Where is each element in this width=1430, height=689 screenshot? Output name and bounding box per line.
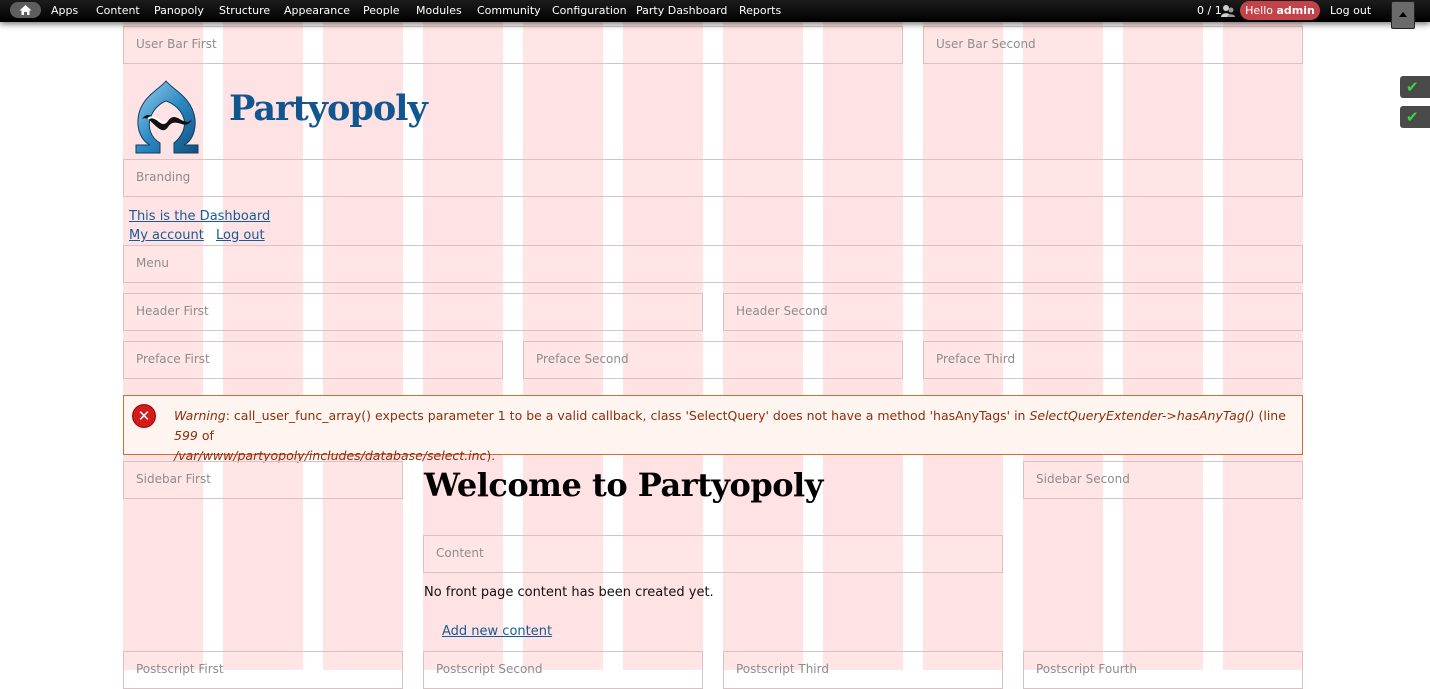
region-content: Content [423, 535, 1003, 573]
region-toggle-check-button[interactable]: ✔ [1400, 106, 1430, 128]
region-label: Preface Third [936, 352, 1016, 366]
region-preface-third: Preface Third [923, 341, 1303, 379]
omega-logo[interactable] [130, 79, 202, 157]
region-label: Header Second [736, 304, 828, 318]
warning-function: SelectQueryExtender->hasAnyTag() [1029, 408, 1255, 423]
toolbar-menu-reports[interactable]: Reports [739, 0, 781, 22]
toolbar-menu-people[interactable]: People [363, 0, 400, 22]
warning-text: : call_user_func_array() expects paramet… [225, 408, 1030, 423]
region-user-bar-first: User Bar First [123, 26, 903, 64]
toolbar-menu-apps[interactable]: Apps [51, 0, 78, 22]
region-header-first: Header First [123, 293, 703, 331]
check-icon: ✔ [1406, 78, 1419, 96]
region-label: Content [436, 546, 484, 560]
region-user-bar-second: User Bar Second [923, 26, 1303, 64]
toolbar-menu-configuration[interactable]: Configuration [552, 0, 627, 22]
region-label: Branding [136, 170, 191, 184]
user-greeting[interactable]: Hello admin [1240, 1, 1320, 20]
greeting-username: admin [1276, 4, 1315, 17]
region-postscript-third: Postscript Third [723, 651, 1003, 689]
region-label: Sidebar First [136, 472, 211, 486]
dashboard-link[interactable]: This is the Dashboard [129, 209, 270, 224]
region-label: Menu [136, 256, 169, 270]
toolbar-menu-content[interactable]: Content [96, 0, 140, 22]
online-user-count: 0 / 1 [1197, 4, 1222, 17]
region-sidebar-second: Sidebar Second [1023, 461, 1303, 499]
grid-column [1223, 0, 1303, 670]
warning-end: ). [486, 448, 496, 463]
toolbar-menu-community[interactable]: Community [477, 0, 541, 22]
warning-label: Warning [174, 408, 226, 423]
users-icon [1221, 5, 1235, 17]
region-label: Header First [136, 304, 209, 318]
shortcut-toggle-button[interactable] [1391, 1, 1415, 29]
toolbar-menu-modules[interactable]: Modules [416, 0, 462, 22]
toolbar-menu-structure[interactable]: Structure [219, 0, 270, 22]
check-icon: ✔ [1406, 108, 1419, 126]
grid-toggle-check-button[interactable]: ✔ [1400, 76, 1430, 98]
grid-column [1123, 0, 1203, 670]
region-postscript-fourth: Postscript Fourth [1023, 651, 1303, 689]
greeting-prefix: Hello [1245, 4, 1273, 17]
my-account-link[interactable]: My account [129, 228, 204, 243]
region-preface-first: Preface First [123, 341, 503, 379]
warning-of: of [197, 428, 214, 443]
region-label: User Bar Second [936, 37, 1036, 51]
grid-column [1023, 0, 1103, 670]
add-new-content-link[interactable]: Add new content [442, 624, 552, 639]
site-name[interactable]: Partyopoly [229, 88, 428, 129]
region-label: Sidebar Second [1036, 472, 1130, 486]
region-label: Preface Second [536, 352, 629, 366]
region-preface-second: Preface Second [523, 341, 903, 379]
empty-front-page-text: No front page content has been created y… [424, 585, 714, 600]
region-postscript-first: Postscript First [123, 651, 403, 689]
toolbar-menu-appearance[interactable]: Appearance [284, 0, 350, 22]
error-icon: ✕ [133, 405, 155, 427]
region-label: Preface First [136, 352, 210, 366]
toolbar-menu-panopoly[interactable]: Panopoly [154, 0, 204, 22]
warning-message: Warning: call_user_func_array() expects … [123, 395, 1303, 463]
warning-line-number: 599 [174, 428, 198, 443]
logout-link[interactable]: Log out [216, 228, 265, 243]
region-header-second: Header Second [723, 293, 1303, 331]
home-button[interactable] [10, 2, 41, 18]
toolbar-logout-link[interactable]: Log out [1330, 0, 1371, 22]
region-branding: Branding [123, 159, 1303, 197]
warning-line-prefix: (line [1254, 408, 1286, 423]
region-menu: Menu [123, 245, 1303, 283]
region-sidebar-first: Sidebar First [123, 461, 403, 499]
region-label: User Bar First [136, 37, 217, 51]
home-icon [19, 5, 32, 15]
toolbar-menu-party-dashboard[interactable]: Party Dashboard [636, 0, 727, 22]
page-title: Welcome to Partyopoly [424, 466, 823, 504]
admin-toolbar: Apps Content Panopoly Structure Appearan… [0, 0, 1430, 29]
region-postscript-second: Postscript Second [423, 651, 703, 689]
